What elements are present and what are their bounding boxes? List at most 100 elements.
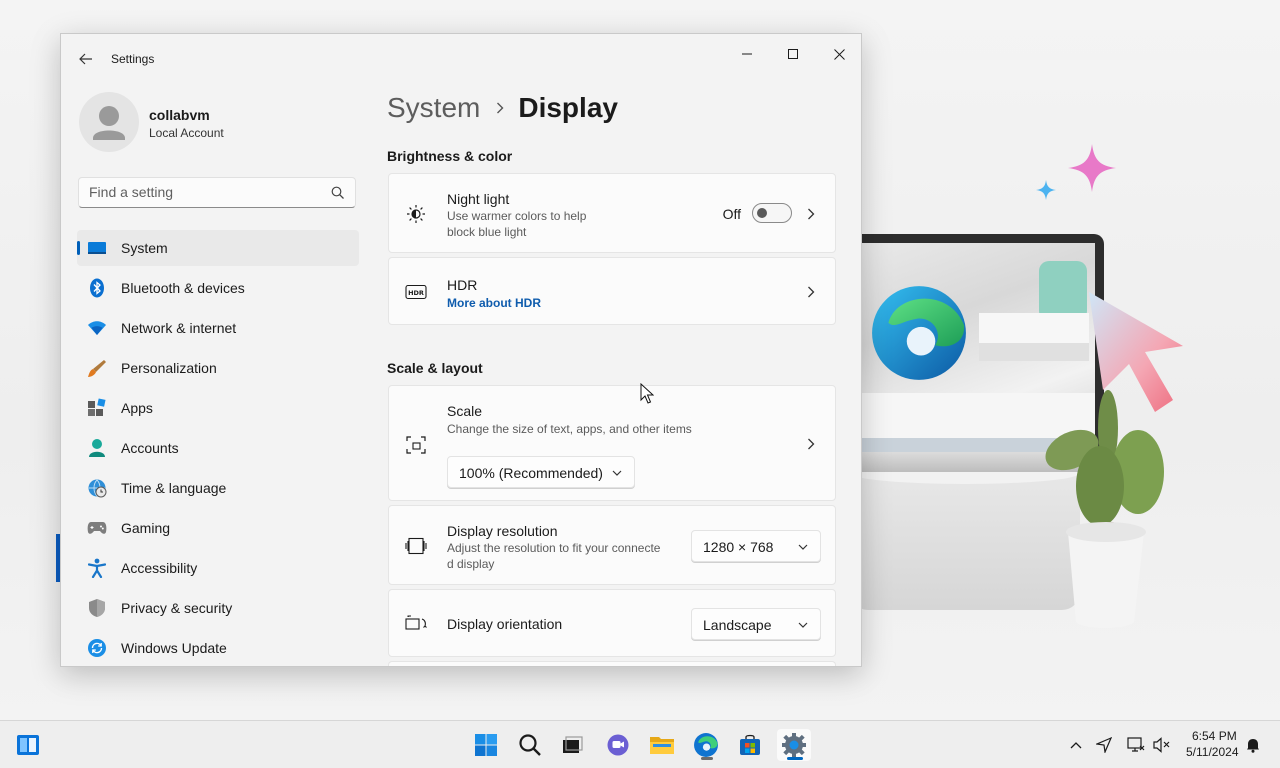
cactus-plant-decoration (1045, 390, 1164, 628)
display-resolution-description-line1: Adjust the resolution to fit your connec… (447, 541, 661, 555)
scale-card[interactable]: Scale Change the size of text, apps, and… (388, 385, 836, 501)
scale-icon (405, 434, 427, 456)
sidebar-item-label: Time & language (121, 480, 227, 496)
chat-button[interactable] (601, 729, 635, 761)
search-input[interactable] (89, 184, 319, 200)
notifications-button[interactable] (1243, 735, 1263, 755)
minimize-button[interactable] (724, 40, 770, 68)
back-button[interactable] (75, 48, 97, 70)
mouse-pointer-icon (640, 383, 654, 404)
hdr-more-link[interactable]: More about HDR (447, 296, 541, 310)
sidebar-item-apps[interactable]: Apps (77, 390, 359, 426)
clock-time[interactable]: 6:54 PM (1192, 729, 1237, 743)
display-orientation-card[interactable]: Display orientation Landscape (388, 589, 836, 657)
store-button[interactable] (733, 729, 767, 761)
sidebar-item-label: Privacy & security (121, 600, 233, 616)
sidebar-item-personalization[interactable]: Personalization (77, 350, 359, 386)
breadcrumb: System Display (387, 92, 618, 124)
scale-description: Change the size of text, apps, and other… (447, 422, 692, 436)
search-box[interactable] (78, 177, 356, 208)
network-tray-button[interactable] (1126, 735, 1146, 755)
speaker-muted-icon (1153, 737, 1170, 753)
resolution-icon (405, 535, 427, 557)
edge-taskbar-button[interactable] (689, 729, 723, 761)
sparkle-pink-icon (1068, 144, 1116, 192)
clock-date[interactable]: 5/11/2024 (1186, 745, 1239, 759)
chevron-down-icon (798, 544, 808, 550)
sidebar-item-system[interactable]: System (77, 230, 359, 266)
widgets-icon (17, 735, 39, 755)
night-light-toggle[interactable] (752, 203, 792, 223)
chevron-right-icon (805, 286, 817, 298)
sidebar-item-label: Gaming (121, 520, 171, 536)
person-icon (87, 438, 107, 458)
gamepad-icon (87, 518, 107, 538)
sidebar-item-accounts[interactable]: Accounts (77, 430, 359, 466)
resolution-dropdown-value: 1280 × 768 (703, 539, 774, 555)
running-indicator (701, 757, 713, 760)
hdr-card[interactable]: HDR HDR More about HDR (388, 257, 836, 325)
sidebar-item-privacy-security[interactable]: Privacy & security (77, 590, 359, 626)
night-light-description-line1: Use warmer colors to help (447, 209, 587, 223)
monitor-icon (87, 238, 107, 258)
location-tray-button[interactable] (1094, 735, 1114, 755)
sidebar-item-accessibility[interactable]: Accessibility (77, 550, 359, 586)
file-explorer-button[interactable] (645, 729, 679, 761)
orientation-dropdown[interactable]: Landscape (691, 608, 821, 640)
task-view-button[interactable] (555, 729, 589, 761)
window-title: Settings (111, 52, 155, 66)
section-header-brightness: Brightness & color (387, 148, 513, 164)
next-setting-card-partial[interactable] (388, 661, 836, 666)
sidebar-item-gaming[interactable]: Gaming (77, 510, 359, 546)
chevron-right-icon (805, 438, 817, 450)
edge-logo-3d-icon (872, 286, 966, 380)
title-bar[interactable]: Settings (61, 34, 861, 82)
chevron-down-icon (798, 622, 808, 628)
store-bag-icon (740, 734, 760, 755)
sidebar-item-bluetooth[interactable]: Bluetooth & devices (77, 270, 359, 306)
teams-chat-icon (607, 734, 629, 756)
minimize-icon (742, 53, 752, 55)
settings-taskbar-button[interactable] (777, 729, 811, 761)
sidebar-item-label: Accounts (121, 440, 179, 456)
update-icon (87, 638, 107, 658)
show-hidden-icons-button[interactable] (1066, 735, 1086, 755)
shield-icon (87, 598, 107, 618)
search-taskbar-button[interactable] (513, 729, 547, 761)
close-button[interactable] (816, 40, 861, 68)
brush-icon (87, 358, 107, 378)
scale-dropdown[interactable]: 100% (Recommended) (447, 456, 635, 488)
location-arrow-icon (1096, 737, 1112, 753)
volume-tray-button[interactable] (1152, 735, 1172, 755)
back-arrow-icon (79, 53, 92, 65)
sidebar-item-windows-update[interactable]: Windows Update (77, 630, 359, 666)
maximize-button[interactable] (770, 40, 816, 68)
chevron-right-icon (805, 208, 817, 220)
windows-logo-icon (475, 734, 497, 756)
page-title: Display (518, 92, 618, 123)
breadcrumb-parent-link[interactable]: System (387, 92, 480, 124)
edge-browser-icon (694, 733, 718, 757)
sidebar-item-time-language[interactable]: Time & language (77, 470, 359, 506)
sidebar-item-label: Accessibility (121, 560, 198, 576)
gear-icon (782, 733, 806, 757)
sidebar-item-label: System (121, 240, 168, 256)
active-indicator (787, 757, 803, 760)
chevron-up-icon (1070, 742, 1082, 749)
widgets-button[interactable] (11, 729, 45, 761)
sidebar-item-network[interactable]: Network & internet (77, 310, 359, 346)
avatar[interactable] (79, 92, 139, 152)
chevron-right-icon (496, 102, 504, 114)
search-icon (331, 186, 344, 199)
orientation-dropdown-value: Landscape (703, 617, 772, 633)
night-light-card[interactable]: Night light Use warmer colors to help bl… (388, 173, 836, 253)
sidebar-item-label: Network & internet (121, 320, 237, 336)
display-resolution-card[interactable]: Display resolution Adjust the resolution… (388, 505, 836, 585)
toggle-knob (757, 208, 767, 218)
start-button[interactable] (469, 729, 503, 761)
folder-icon (650, 737, 674, 754)
settings-window: Settings collabvm Local Account Find a s… (60, 33, 862, 667)
section-header-scale-layout: Scale & layout (387, 360, 483, 376)
resolution-dropdown[interactable]: 1280 × 768 (691, 530, 821, 562)
person-avatar-icon (93, 106, 125, 140)
